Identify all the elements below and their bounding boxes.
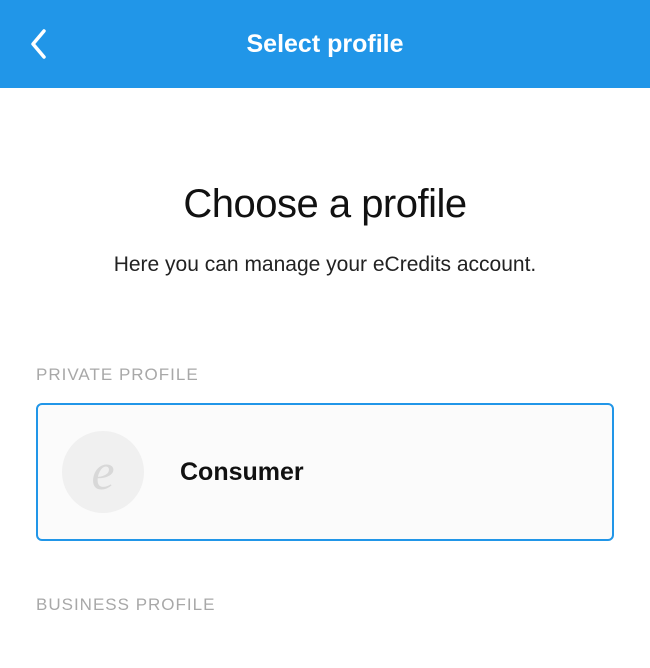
back-button[interactable] bbox=[28, 27, 48, 61]
chevron-left-icon bbox=[28, 27, 48, 61]
sub-heading: Here you can manage your eCredits accoun… bbox=[36, 253, 614, 277]
business-profile-section-label: BUSINESS PROFILE bbox=[36, 595, 614, 615]
content-area: Choose a profile Here you can manage you… bbox=[0, 182, 650, 615]
profile-avatar-icon: e bbox=[62, 431, 144, 513]
private-profile-section-label: PRIVATE PROFILE bbox=[36, 365, 614, 385]
page-title: Select profile bbox=[20, 30, 630, 59]
profile-card-consumer[interactable]: e Consumer bbox=[36, 403, 614, 541]
main-heading: Choose a profile bbox=[36, 182, 614, 227]
app-header: Select profile bbox=[0, 0, 650, 88]
profile-name-label: Consumer bbox=[180, 458, 304, 487]
